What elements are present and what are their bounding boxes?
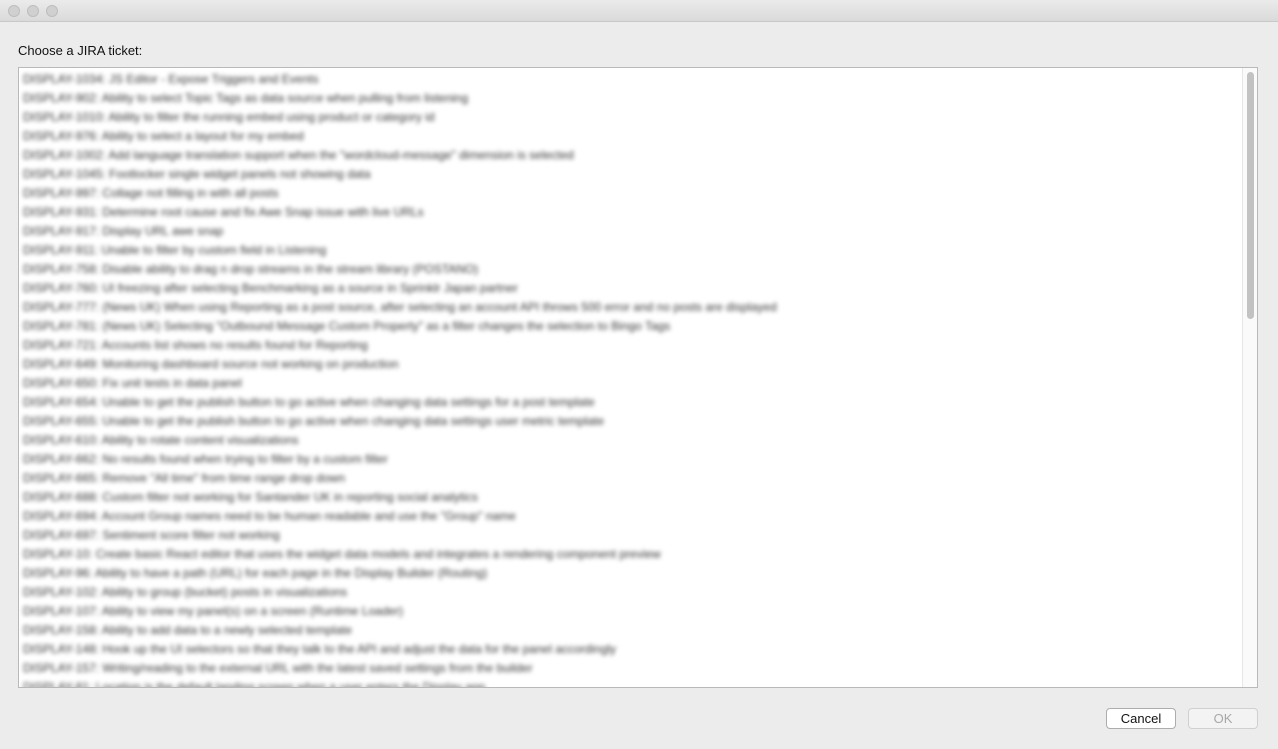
ticket-list-item[interactable]: DISPLAY-662: No results found when tryin…	[23, 450, 777, 469]
ticket-list-item[interactable]: DISPLAY-10: Create basic React editor th…	[23, 545, 777, 564]
cancel-button[interactable]: Cancel	[1106, 708, 1176, 729]
ticket-list-item[interactable]: DISPLAY-1002: Add language translation s…	[23, 146, 777, 165]
ticket-list-item[interactable]: DISPLAY-665: Remove "All time" from time…	[23, 469, 777, 488]
minimize-window-icon[interactable]	[27, 5, 39, 17]
ticket-list-item[interactable]: DISPLAY-902: Ability to select Topic Tag…	[23, 89, 777, 108]
ticket-list-item[interactable]: DISPLAY-758: Disable ability to drag n d…	[23, 260, 777, 279]
ticket-list-item[interactable]: DISPLAY-911: Unable to filter by custom …	[23, 241, 777, 260]
ticket-list-item[interactable]: DISPLAY-107: Ability to view my panel(s)…	[23, 602, 777, 621]
ticket-list-item[interactable]: DISPLAY-102: Ability to group (bucket) p…	[23, 583, 777, 602]
ticket-list-item[interactable]: DISPLAY-654: Unable to get the publish b…	[23, 393, 777, 412]
title-bar	[0, 0, 1278, 22]
ticket-list-item[interactable]: DISPLAY-976: Ability to select a layout …	[23, 127, 777, 146]
ticket-list-item[interactable]: DISPLAY-931: Determine root cause and fi…	[23, 203, 777, 222]
ticket-list-item[interactable]: DISPLAY-96: Ability to have a path (URL)…	[23, 564, 777, 583]
ticket-list-item[interactable]: DISPLAY-760: UI freezing after selecting…	[23, 279, 777, 298]
ticket-list-item[interactable]: DISPLAY-610: Ability to rotate content v…	[23, 431, 777, 450]
ticket-list-item[interactable]: DISPLAY-1010: Ability to filter the runn…	[23, 108, 777, 127]
ticket-list-item[interactable]: DISPLAY-1045: Footlocker single widget p…	[23, 165, 777, 184]
dialog-prompt: Choose a JIRA ticket:	[18, 43, 143, 58]
ticket-list[interactable]: DISPLAY-1034: JS Editor - Expose Trigger…	[18, 67, 1258, 688]
ticket-list-item[interactable]: DISPLAY-655: Unable to get the publish b…	[23, 412, 777, 431]
scrollbar-thumb[interactable]	[1247, 72, 1254, 319]
vertical-scrollbar[interactable]	[1242, 68, 1257, 687]
ticket-list-item[interactable]: DISPLAY-688: Custom filter not working f…	[23, 488, 777, 507]
ticket-list-item[interactable]: DISPLAY-777: (News UK) When using Report…	[23, 298, 777, 317]
ticket-list-item[interactable]: DISPLAY-694: Account Group names need to…	[23, 507, 777, 526]
ticket-list-item[interactable]: DISPLAY-158: Ability to add data to a ne…	[23, 621, 777, 640]
choose-ticket-dialog: Choose a JIRA ticket: DISPLAY-1034: JS E…	[0, 0, 1278, 749]
ticket-list-item[interactable]: DISPLAY-81: Location is the default land…	[23, 678, 777, 687]
ticket-list-item[interactable]: DISPLAY-157: Writing/reading to the exte…	[23, 659, 777, 678]
ticket-list-item[interactable]: DISPLAY-650: Fix unit tests in data pane…	[23, 374, 777, 393]
ticket-list-item[interactable]: DISPLAY-721: Accounts list shows no resu…	[23, 336, 777, 355]
zoom-window-icon[interactable]	[46, 5, 58, 17]
ok-button[interactable]: OK	[1188, 708, 1258, 729]
ticket-list-item[interactable]: DISPLAY-781: (News UK) Selecting "Outbou…	[23, 317, 777, 336]
ticket-list-item[interactable]: DISPLAY-649: Monitoring dashboard source…	[23, 355, 777, 374]
close-window-icon[interactable]	[8, 5, 20, 17]
ticket-list-item[interactable]: DISPLAY-148: Hook up the UI selectors so…	[23, 640, 777, 659]
ticket-list-items: DISPLAY-1034: JS Editor - Expose Trigger…	[23, 70, 777, 687]
ticket-list-item[interactable]: DISPLAY-697: Sentiment score filter not …	[23, 526, 777, 545]
ticket-list-item[interactable]: DISPLAY-997: Collage not filling in with…	[23, 184, 777, 203]
ticket-list-item[interactable]: DISPLAY-1034: JS Editor - Expose Trigger…	[23, 70, 777, 89]
ticket-list-item[interactable]: DISPLAY-917: Display URL awe snap	[23, 222, 777, 241]
